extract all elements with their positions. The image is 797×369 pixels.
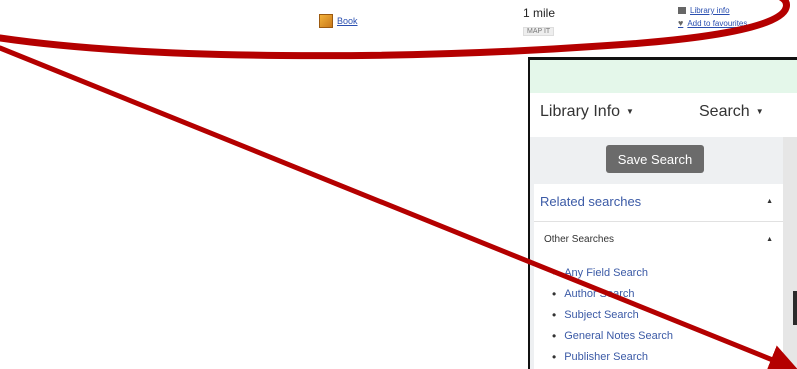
search-result-row: Book 1 mile MAP IT Library info ♥ Add to… <box>0 0 797 50</box>
add-to-favourites-link[interactable]: ♥ Add to favourites <box>678 18 747 28</box>
format-cell[interactable]: Book <box>319 14 358 28</box>
library-info-menu[interactable]: Library Info ▼ <box>540 103 634 121</box>
caret-up-icon[interactable]: ▲ <box>766 236 773 243</box>
search-link-author[interactable]: Author Search <box>552 283 673 304</box>
other-searches-section: Other Searches ▲ Any Field Search Author… <box>534 222 783 369</box>
search-links-list: Any Field Search Author Search Subject S… <box>552 262 673 367</box>
search-link-any-field[interactable]: Any Field Search <box>552 262 673 283</box>
search-link-general-notes[interactable]: General Notes Search <box>552 325 673 346</box>
add-to-favourites-label: Add to favourites <box>687 18 748 28</box>
search-link-publisher[interactable]: Publisher Search <box>552 346 673 367</box>
panel-header-bar <box>530 57 797 93</box>
caret-down-icon: ▼ <box>626 107 634 117</box>
scrollbar-thumb[interactable] <box>793 291 797 325</box>
scrollbar-track[interactable] <box>783 137 797 369</box>
distance-text: 1 mile <box>523 6 556 20</box>
related-searches-label: Related searches <box>540 194 642 209</box>
library-info-link[interactable]: Library info <box>678 6 747 15</box>
caret-up-icon: ▲ <box>766 198 773 205</box>
panel-nav: Library Info ▼ Search ▼ <box>530 93 797 137</box>
related-searches-header[interactable]: Related searches ▲ <box>534 184 783 222</box>
heart-icon: ♥ <box>678 18 684 28</box>
map-it-button[interactable]: MAP IT <box>523 27 555 36</box>
format-link[interactable]: Book <box>337 16 358 26</box>
distance-cell: 1 mile MAP IT <box>523 6 555 38</box>
side-panel: Library Info ▼ Search ▼ Save Search Relate… <box>528 57 797 369</box>
book-icon <box>319 14 333 28</box>
search-menu[interactable]: Search ▼ <box>699 103 764 121</box>
library-icon <box>678 7 686 14</box>
search-menu-label: Search <box>699 103 750 120</box>
library-info-menu-label: Library Info <box>540 103 621 120</box>
search-link-subject[interactable]: Subject Search <box>552 304 673 325</box>
save-search-button[interactable]: Save Search <box>606 145 704 173</box>
actions-cell: Library info ♥ Add to favourites <box>678 6 747 31</box>
other-searches-label[interactable]: Other Searches <box>544 234 614 245</box>
library-info-label: Library info <box>690 6 730 15</box>
caret-down-icon: ▼ <box>755 107 764 117</box>
